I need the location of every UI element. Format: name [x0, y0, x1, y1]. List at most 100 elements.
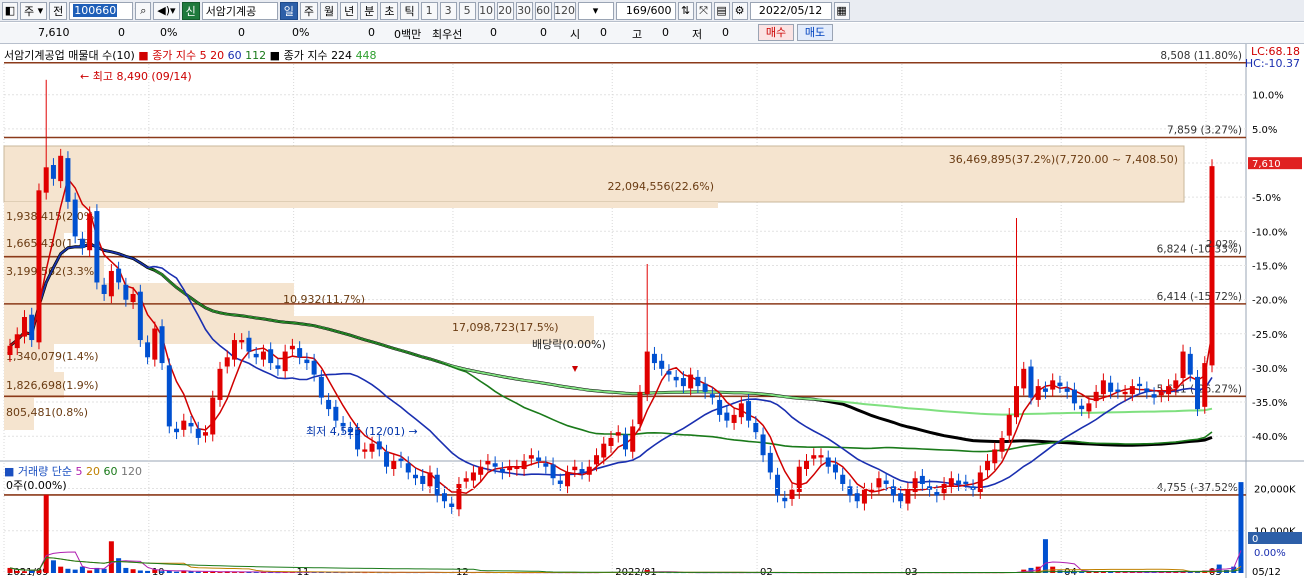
candle-body: [507, 466, 513, 471]
calendar-icon[interactable]: ▦: [833, 1, 850, 20]
current-price-label: 7,610: [1252, 159, 1281, 170]
zoom-icon[interactable]: ⇅: [677, 1, 694, 20]
support-label: 8,508 (11.80%): [1160, 50, 1242, 62]
candle-body: [1144, 388, 1150, 392]
candle-body: [1122, 391, 1128, 395]
candle-body: [992, 449, 998, 464]
stock-code-input[interactable]: 100660 ▾: [69, 1, 140, 20]
candle-body: [398, 458, 404, 461]
candle-body: [804, 460, 810, 470]
volume-bar: [174, 571, 180, 573]
volume-ma20: 20: [86, 465, 101, 478]
period-second[interactable]: 초: [380, 1, 399, 20]
interval-30[interactable]: 30: [515, 1, 533, 20]
candle-body: [775, 474, 781, 496]
period-tick[interactable]: 틱: [400, 1, 419, 20]
candle-body: [499, 469, 505, 473]
candle-body: [840, 474, 846, 484]
volume-bar: [29, 570, 35, 573]
candle-body: [651, 353, 657, 364]
credit-badge[interactable]: 신: [181, 1, 200, 20]
candle-body: [550, 464, 556, 479]
volume-bar: [137, 570, 143, 573]
period-minute[interactable]: 분: [360, 1, 379, 20]
interval-20[interactable]: 20: [496, 1, 514, 20]
candle-body: [65, 158, 71, 202]
volume-tick-label: 0.00%: [1254, 548, 1286, 559]
support-label: 7,859 (3.27%): [1167, 124, 1242, 136]
candle-body: [326, 399, 332, 410]
chart-menu-icon[interactable]: ◧: [2, 1, 18, 20]
volume-bar: [79, 566, 85, 573]
candle-body: [666, 371, 672, 375]
legend-ma-color-icon-2: ■: [269, 49, 281, 62]
volume-bar: [217, 572, 223, 573]
candle-body: [883, 480, 889, 484]
save-icon[interactable]: ▤: [713, 1, 730, 20]
candle-body: [861, 489, 867, 504]
search-icon[interactable]: ⌕: [135, 1, 152, 20]
candle-body: [130, 293, 136, 303]
gear-icon[interactable]: ⚙: [731, 1, 748, 20]
interval-1[interactable]: 1: [420, 1, 438, 20]
buy-button[interactable]: 매수: [758, 24, 794, 41]
candle-body: [898, 493, 904, 502]
candle-body: [528, 455, 534, 459]
candle-body: [789, 489, 795, 499]
candle-body: [724, 412, 730, 421]
quote-v1: 0: [118, 26, 125, 39]
interval-3[interactable]: 3: [439, 1, 457, 20]
interval-120[interactable]: 120: [553, 1, 576, 20]
volume-ma5: 5: [75, 465, 83, 478]
candle-body: [608, 437, 614, 446]
candle-body: [934, 492, 940, 496]
prev-button[interactable]: 전: [49, 1, 68, 20]
date-field[interactable]: 2022/05/12: [749, 1, 832, 20]
candle-body: [253, 353, 259, 358]
candle-body: [246, 337, 252, 352]
type-select[interactable]: 주 ▾: [20, 1, 48, 20]
candle-body: [572, 466, 578, 471]
quote-v2: 0: [238, 26, 245, 39]
sell-button[interactable]: 매도: [797, 24, 833, 41]
candle-body: [304, 359, 310, 364]
candle-body: [1079, 405, 1085, 410]
sound-icon[interactable]: ◀)▾: [153, 1, 180, 20]
volume-bar: [116, 558, 122, 573]
candle-body: [239, 340, 245, 343]
volume-bar: [65, 568, 71, 573]
period-day[interactable]: 일: [279, 1, 298, 20]
stock-name-field[interactable]: 서암기계공: [201, 1, 278, 20]
volume-zero-label: 0주(0.00%): [6, 479, 67, 492]
candle-body: [565, 472, 571, 487]
price-chart[interactable]: 10.0% 5.0% 0.00% -5.0% -10.0% -15.0% -20.0% -25…: [0, 44, 1304, 578]
period-year[interactable]: 년: [340, 1, 359, 20]
interval-5[interactable]: 5: [458, 1, 476, 20]
period-month[interactable]: 월: [319, 1, 339, 20]
quote-open-val: 0: [600, 26, 607, 39]
lc-hc-readout: LC:68.18 HC:-10.37: [1245, 46, 1300, 70]
candle-body: [478, 466, 484, 475]
custom-interval-select[interactable]: ▾: [577, 1, 614, 20]
candle-body: [7, 345, 13, 356]
tools-icon[interactable]: ⤧: [695, 1, 712, 20]
volume-current-label: 0: [1252, 534, 1258, 545]
candle-body: [420, 475, 426, 484]
candle-body: [956, 480, 962, 484]
candle-body: [1173, 380, 1179, 389]
candle-body: [753, 422, 759, 433]
candle-body: [362, 449, 368, 452]
interval-60[interactable]: 60: [534, 1, 552, 20]
period-week[interactable]: 주: [299, 1, 318, 20]
bar-count-field[interactable]: 169/600: [615, 1, 676, 20]
quote-bar: 7,610 0 0% 0 0% 0 0백만 최우선 0 0 시 0 고 0 저 …: [0, 23, 1304, 44]
candle-body: [832, 464, 838, 473]
quote-v3: 0: [368, 26, 375, 39]
candle-body: [1100, 380, 1106, 395]
candle-body: [659, 360, 665, 369]
candle-body: [391, 460, 397, 470]
volume-bar: [130, 569, 136, 573]
candle-body: [36, 190, 42, 343]
interval-10[interactable]: 10: [477, 1, 495, 20]
candle-body: [1209, 166, 1215, 366]
